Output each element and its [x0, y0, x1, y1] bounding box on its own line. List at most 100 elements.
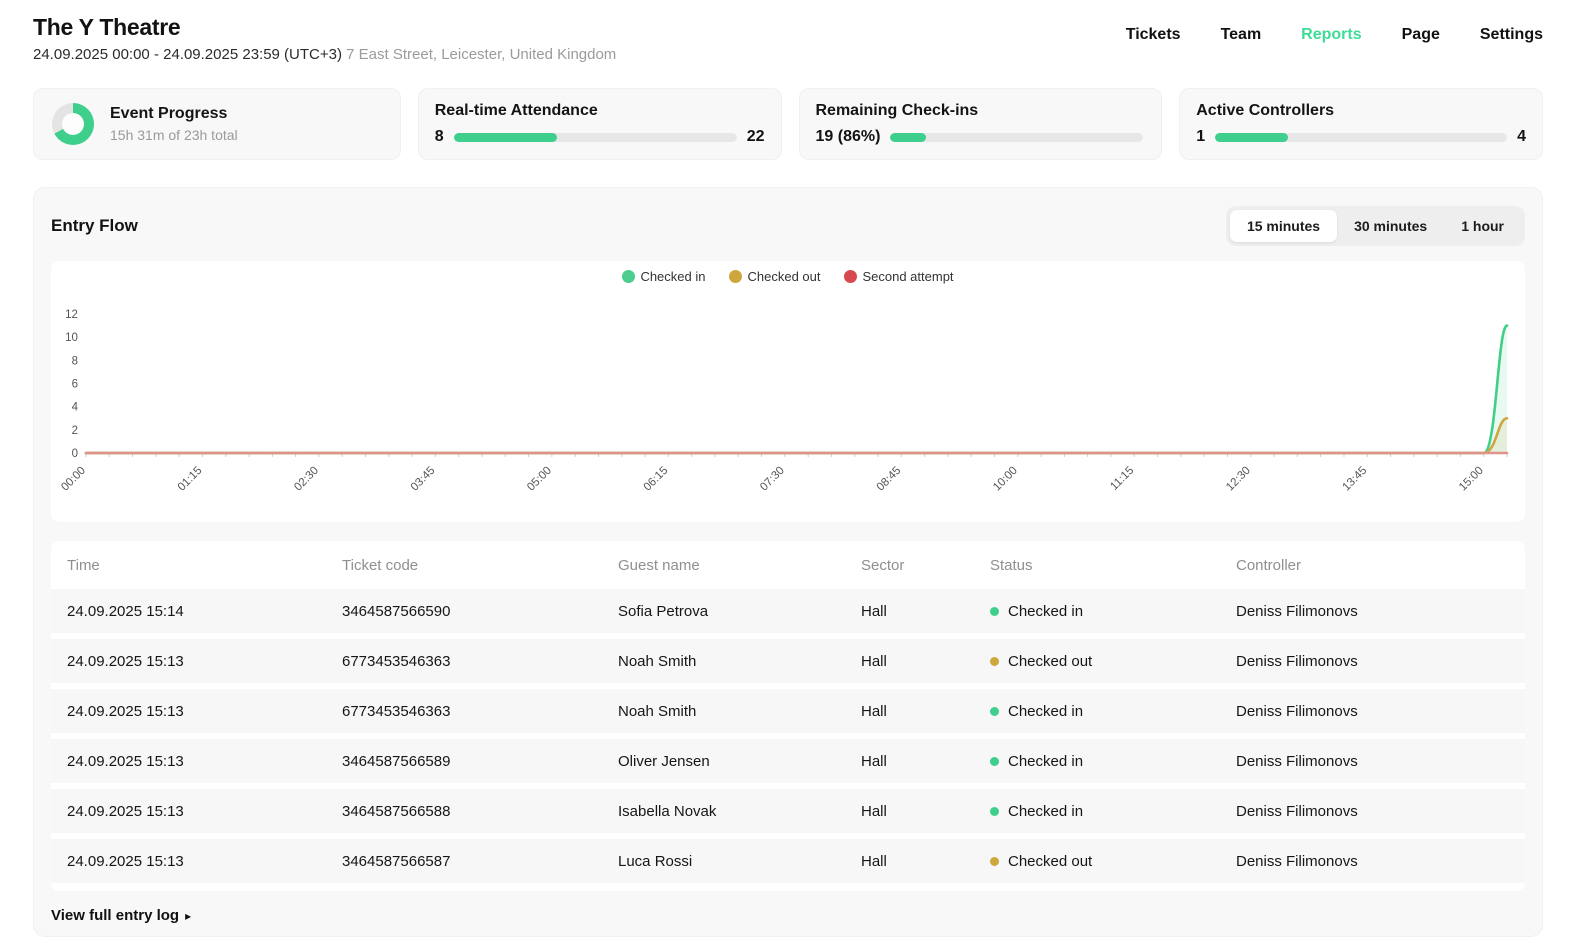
svg-text:4: 4 — [72, 402, 79, 414]
cell-guest: Isabella Novak — [618, 803, 861, 820]
svg-text:11:15: 11:15 — [1108, 465, 1136, 493]
legend-label: Second attempt — [862, 269, 953, 284]
cell-ticket: 6773453546363 — [342, 703, 618, 720]
controllers-current: 1 — [1196, 128, 1205, 146]
cell-controller: Deniss Filimonovs — [1236, 853, 1525, 870]
remaining-progress: 19 (86%) — [816, 128, 1146, 146]
status-dot-icon — [990, 857, 999, 866]
remaining-label: 19 (86%) — [816, 128, 881, 146]
svg-text:15:00: 15:00 — [1457, 465, 1486, 494]
event-date-range: 24.09.2025 00:00 - 24.09.2025 23:59 (UTC… — [33, 46, 342, 63]
svg-text:01:15: 01:15 — [176, 465, 205, 494]
controllers-progress: 1 4 — [1196, 128, 1526, 146]
svg-text:12:30: 12:30 — [1224, 465, 1253, 494]
col-sector: Sector — [861, 557, 990, 574]
entry-flow-section: Entry Flow 15 minutes 30 minutes 1 hour … — [33, 187, 1543, 937]
main-nav: Tickets Team Reports Page Settings — [1126, 26, 1543, 44]
cell-guest: Oliver Jensen — [618, 753, 861, 770]
event-header: The Y Theatre 24.09.2025 00:00 - 24.09.2… — [33, 14, 616, 63]
nav-reports[interactable]: Reports — [1301, 26, 1361, 44]
checked-in-dot-icon — [622, 270, 635, 283]
cell-ticket: 3464587566588 — [342, 803, 618, 820]
cell-ticket: 3464587566587 — [342, 853, 618, 870]
table-row: 24.09.2025 15:13 6773453546363 Noah Smit… — [51, 689, 1525, 733]
table-row: 24.09.2025 15:13 6773453546363 Noah Smit… — [51, 639, 1525, 683]
cell-time: 24.09.2025 15:13 — [67, 653, 342, 670]
cell-guest: Luca Rossi — [618, 853, 861, 870]
page-title: The Y Theatre — [33, 14, 616, 41]
nav-tickets[interactable]: Tickets — [1126, 26, 1181, 44]
status-label: Checked in — [1008, 753, 1083, 770]
svg-text:2: 2 — [72, 425, 78, 437]
stat-cards-row: Event Progress 15h 31m of 23h total Real… — [0, 80, 1576, 160]
cell-time: 24.09.2025 15:13 — [67, 803, 342, 820]
table-row: 24.09.2025 15:14 3464587566590 Sofia Pet… — [51, 589, 1525, 633]
range-option-30-minutes[interactable]: 30 minutes — [1337, 210, 1444, 242]
controllers-progress-bar — [1215, 133, 1507, 142]
status-dot-icon — [990, 707, 999, 716]
table-row: 24.09.2025 15:13 3464587566589 Oliver Je… — [51, 739, 1525, 783]
top-bar: The Y Theatre 24.09.2025 00:00 - 24.09.2… — [0, 0, 1576, 80]
status-dot-icon — [990, 757, 999, 766]
cell-status: Checked out — [990, 853, 1236, 870]
svg-text:8: 8 — [72, 355, 78, 367]
attendance-progress: 8 22 — [435, 128, 765, 146]
cell-status: Checked in — [990, 803, 1236, 820]
attendance-progress-bar — [454, 133, 737, 142]
col-status: Status — [990, 557, 1236, 574]
status-label: Checked in — [1008, 603, 1083, 620]
cell-guest: Noah Smith — [618, 703, 861, 720]
cell-sector: Hall — [861, 653, 990, 670]
cell-sector: Hall — [861, 853, 990, 870]
range-option-1-hour[interactable]: 1 hour — [1444, 210, 1521, 242]
entry-flow-title: Entry Flow — [51, 216, 138, 236]
entry-log-table: Time Ticket code Guest name Sector Statu… — [51, 541, 1525, 891]
cell-status: Checked in — [990, 603, 1236, 620]
cell-controller: Deniss Filimonovs — [1236, 753, 1525, 770]
event-meta: 24.09.2025 00:00 - 24.09.2025 23:59 (UTC… — [33, 46, 616, 63]
cell-status: Checked out — [990, 653, 1236, 670]
nav-team[interactable]: Team — [1221, 26, 1262, 44]
second-attempt-dot-icon — [844, 270, 857, 283]
cell-status: Checked in — [990, 753, 1236, 770]
link-label: View full entry log — [51, 907, 179, 924]
cell-time: 24.09.2025 15:13 — [67, 753, 342, 770]
entry-flow-chart-panel: Checked in Checked out Second attempt 02… — [51, 261, 1525, 522]
status-label: Checked out — [1008, 653, 1092, 670]
chevron-right-icon: ▸ — [185, 909, 191, 923]
cell-controller: Deniss Filimonovs — [1236, 653, 1525, 670]
svg-text:08:45: 08:45 — [875, 465, 904, 494]
svg-text:13:45: 13:45 — [1341, 465, 1370, 494]
attendance-card: Real-time Attendance 8 22 — [418, 88, 782, 160]
cell-ticket: 3464587566590 — [342, 603, 618, 620]
cell-guest: Sofia Petrova — [618, 603, 861, 620]
legend-checked-in: Checked in — [622, 269, 705, 284]
nav-settings[interactable]: Settings — [1480, 26, 1543, 44]
legend-label: Checked out — [747, 269, 820, 284]
checked-out-dot-icon — [729, 270, 742, 283]
cell-time: 24.09.2025 15:13 — [67, 703, 342, 720]
remaining-checkins-card: Remaining Check-ins 19 (86%) — [799, 88, 1163, 160]
svg-text:02:30: 02:30 — [292, 465, 321, 494]
svg-text:06:15: 06:15 — [642, 465, 671, 494]
status-label: Checked in — [1008, 703, 1083, 720]
table-row: 24.09.2025 15:13 3464587566587 Luca Ross… — [51, 839, 1525, 883]
cell-controller: Deniss Filimonovs — [1236, 703, 1525, 720]
status-dot-icon — [990, 807, 999, 816]
legend-label: Checked in — [640, 269, 705, 284]
entry-flow-line-chart: 02468101200:0001:1502:3003:4505:0006:150… — [51, 261, 1525, 522]
status-dot-icon — [990, 657, 999, 666]
view-full-entry-log-link[interactable]: View full entry log ▸ — [51, 907, 1525, 924]
svg-text:10:00: 10:00 — [991, 465, 1020, 494]
card-title: Real-time Attendance — [435, 102, 765, 120]
cell-sector: Hall — [861, 703, 990, 720]
status-dot-icon — [990, 607, 999, 616]
svg-text:03:45: 03:45 — [409, 465, 438, 494]
cell-sector: Hall — [861, 603, 990, 620]
nav-page[interactable]: Page — [1402, 26, 1440, 44]
cell-sector: Hall — [861, 803, 990, 820]
event-progress-subtitle: 15h 31m of 23h total — [110, 127, 238, 143]
remaining-progress-bar — [890, 133, 1143, 142]
range-option-15-minutes[interactable]: 15 minutes — [1230, 210, 1337, 242]
status-label: Checked out — [1008, 853, 1092, 870]
